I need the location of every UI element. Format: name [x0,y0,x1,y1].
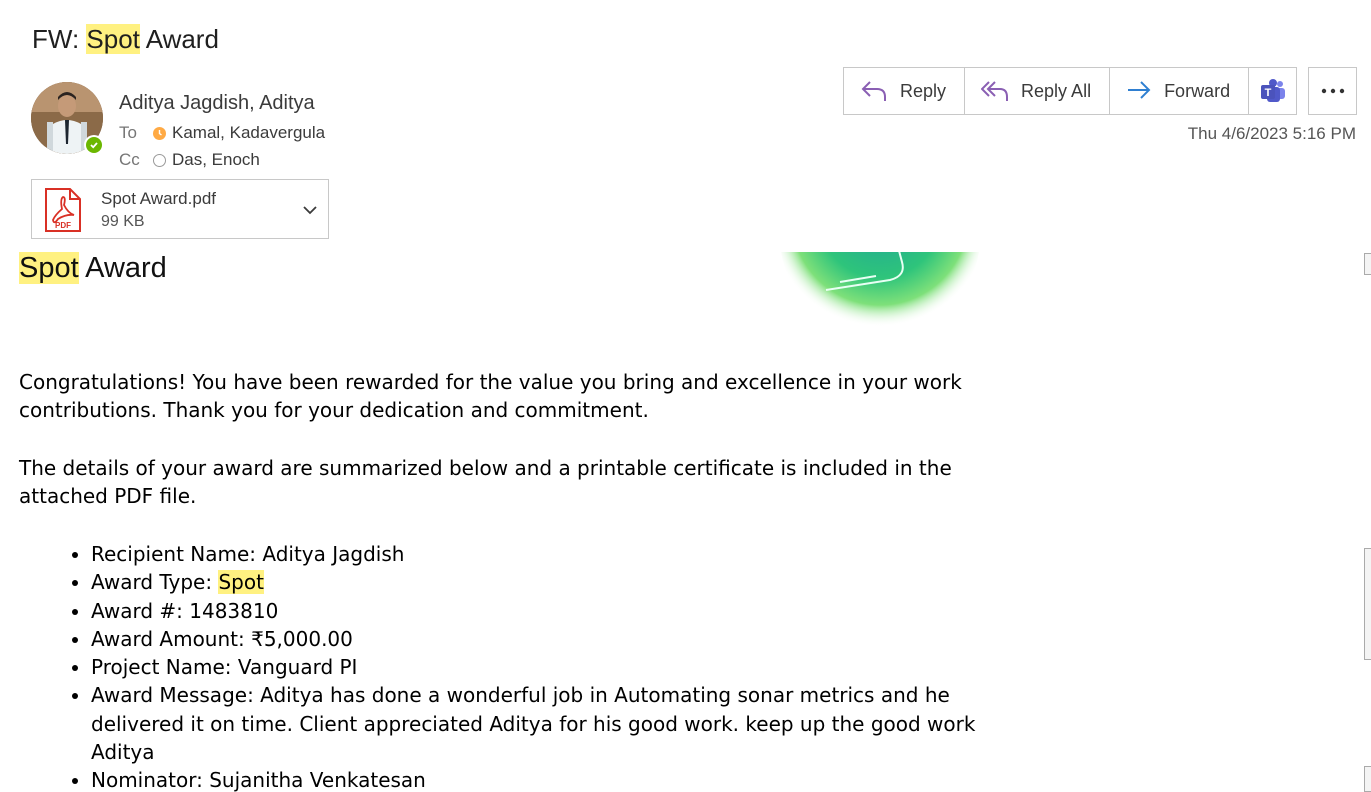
reply-button[interactable]: Reply [844,68,966,114]
list-item: Nominator: Sujanitha Venkatesan [91,766,981,792]
scrollbar-segment[interactable] [1364,548,1371,660]
more-options-icon [1321,88,1344,94]
attachment-card[interactable]: PDF Spot Award.pdf 99 KB [31,179,329,239]
cc-row: Cc Das, Enoch [119,150,260,170]
reply-icon [861,81,886,101]
message-actions: Reply Reply All Forward [843,67,1250,115]
list-item: Award Message: Aditya has done a wonderf… [91,681,981,766]
attachment-name[interactable]: Spot Award.pdf [101,189,216,209]
forward-arrow-icon [1128,81,1151,99]
award-title: Spot Award [19,252,167,285]
svg-text:PDF: PDF [55,221,71,230]
chevron-down-icon[interactable] [302,202,318,223]
attachment-size: 99 KB [101,213,145,230]
reply-label: Reply [900,80,947,101]
reply-all-label: Reply All [1021,80,1092,101]
sender-name[interactable]: Aditya Jagdish, Aditya [119,92,315,115]
congrats-paragraph: Congratulations! You have been rewarded … [19,370,962,422]
scrollbar-segment[interactable] [1364,253,1371,275]
cc-recipient[interactable]: Das, Enoch [172,150,260,170]
list-item: Award Type: Spot [91,568,981,596]
pdf-file-icon: PDF [44,187,82,238]
award-details-list: Recipient Name: Aditya Jagdish Award Typ… [19,540,981,792]
reply-all-icon [981,81,1009,101]
list-item: Project Name: Vanguard PI [91,653,981,681]
presence-available-icon [84,135,104,155]
more-options-button[interactable] [1308,67,1357,115]
award-type-label: Award Type: [91,570,219,595]
list-item: Recipient Name: Aditya Jagdish [91,540,981,568]
forward-button[interactable]: Forward [1110,68,1248,114]
svg-text:T: T [1264,87,1271,99]
subject-suffix: Award [139,24,219,54]
list-item: Award Amount: ₹5,000.00 [91,625,981,653]
presence-away-icon [153,126,166,140]
details-paragraph: The details of your award are summarized… [19,456,952,508]
scrollbar-segment[interactable] [1364,766,1371,792]
award-type-value: Spot [218,570,264,595]
teams-button[interactable]: T [1248,67,1297,115]
cc-label: Cc [119,150,140,169]
sent-date: Thu 4/6/2023 5:16 PM [1187,124,1356,143]
message-body: Spot Award Congratulations! You have bee… [0,252,1360,792]
reply-all-button[interactable]: Reply All [965,68,1111,114]
to-label: To [119,123,137,142]
to-row: To Kamal, Kadavergula [119,123,325,143]
presence-offline-icon [153,153,166,167]
to-recipient[interactable]: Kamal, Kadavergula [172,123,325,143]
award-logo-image [780,252,980,337]
award-title-highlight: Spot [19,252,79,284]
subject-highlight: Spot [86,24,140,54]
email-subject: FW: Spot Award [32,24,219,55]
teams-icon: T [1260,79,1285,102]
forward-label: Forward [1164,80,1231,101]
subject-prefix: FW: [32,24,87,54]
list-item: Award #: 1483810 [91,597,981,625]
award-title-rest: Award [78,252,167,284]
